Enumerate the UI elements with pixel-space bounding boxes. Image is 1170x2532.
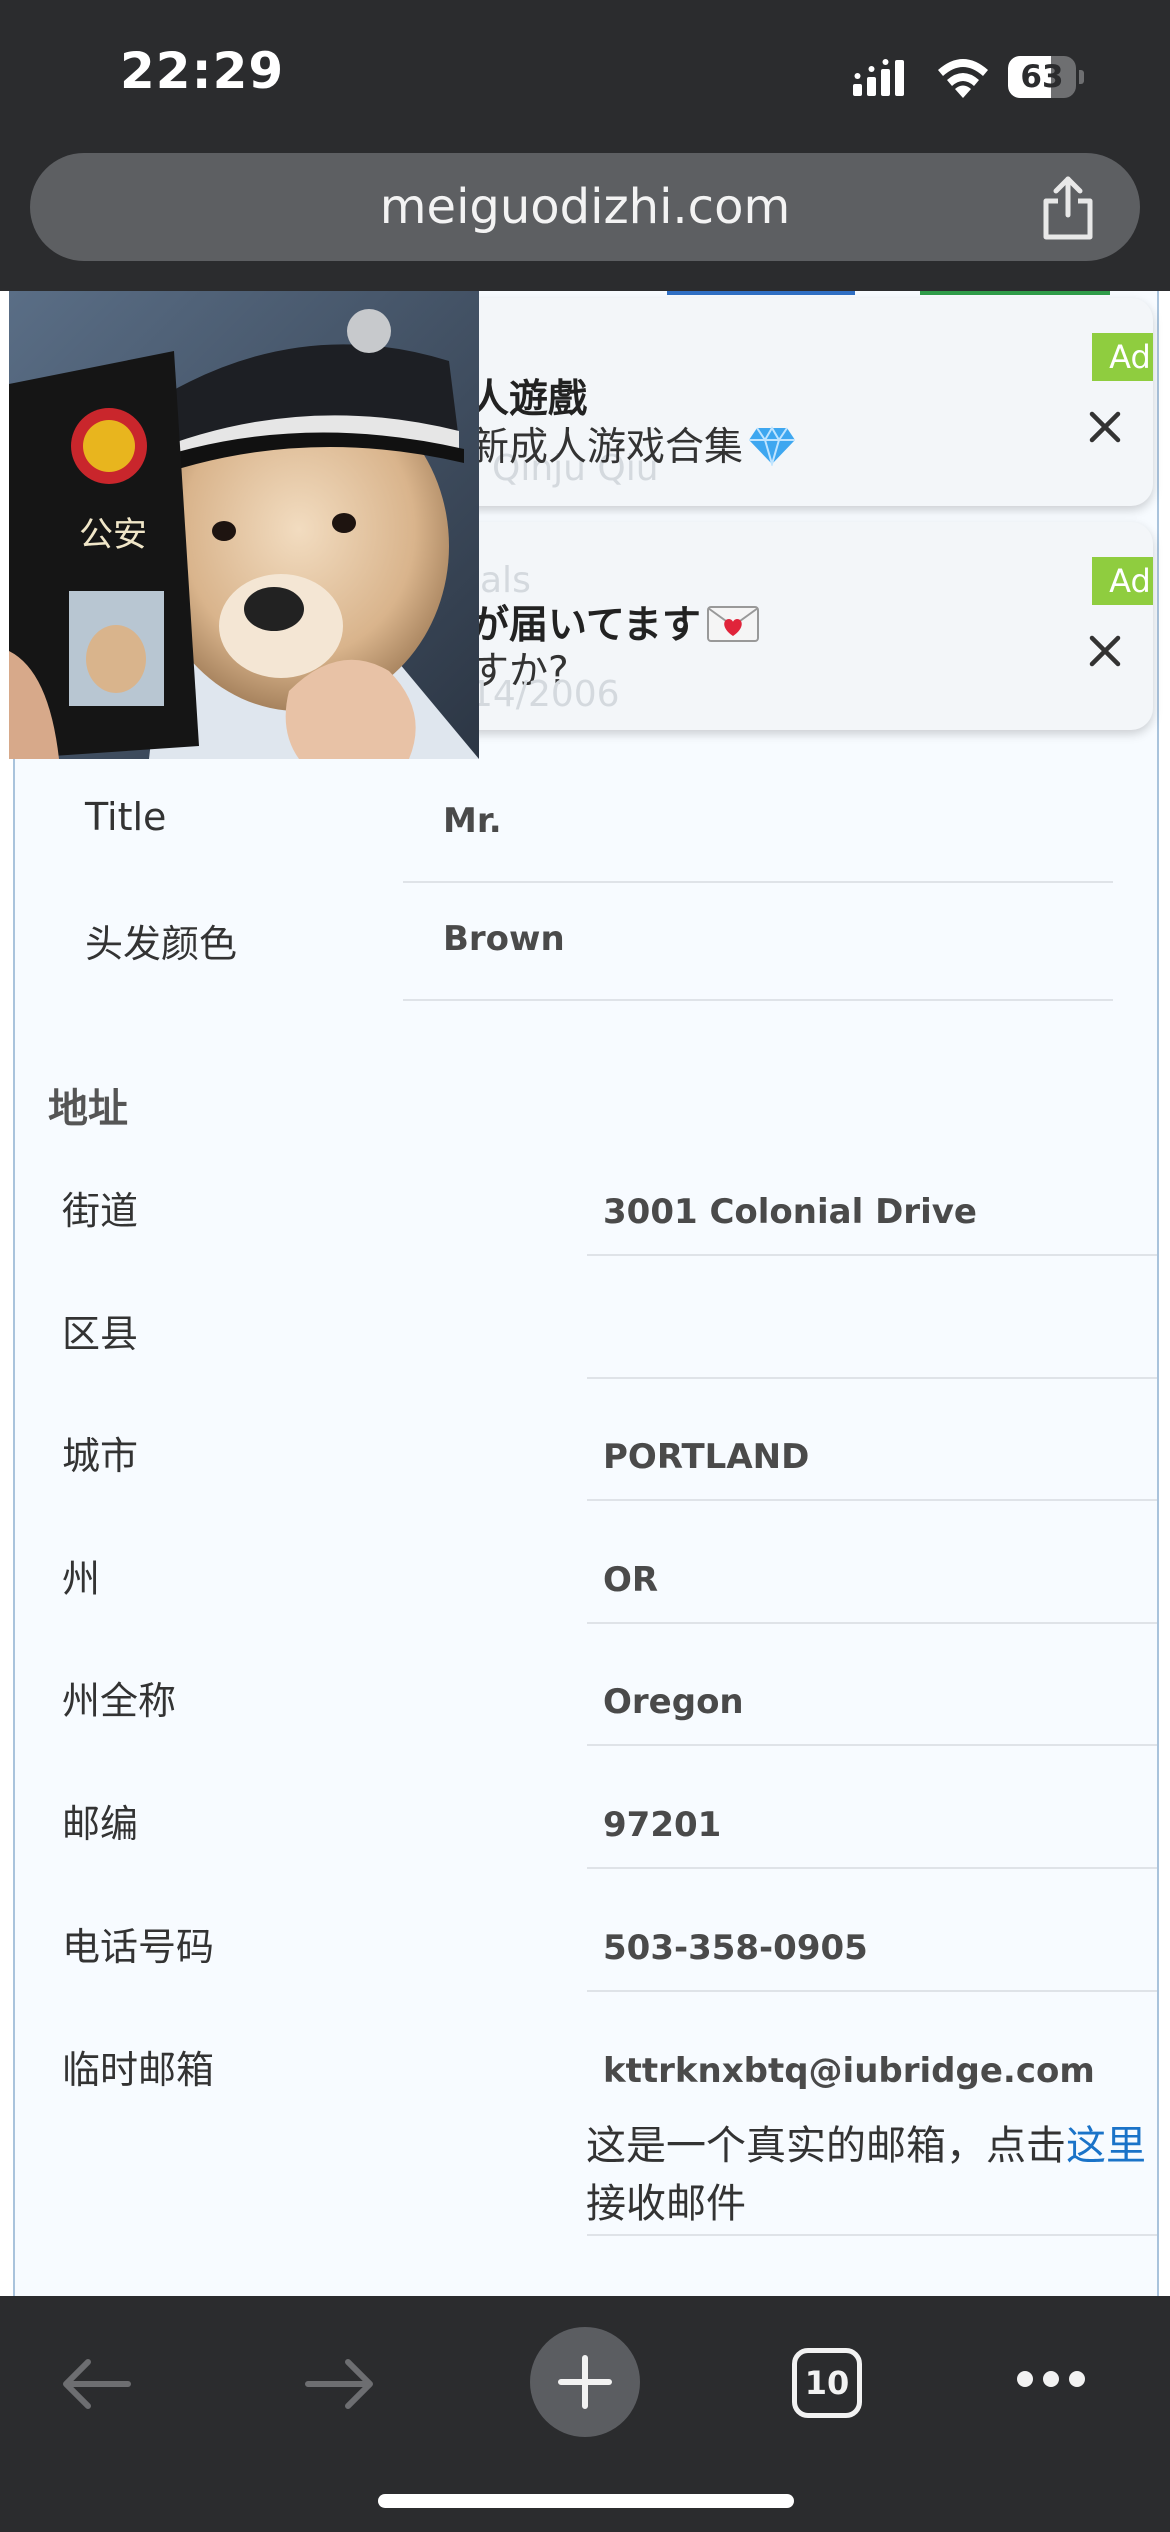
row-divider bbox=[587, 1254, 1157, 1256]
nav-tab-remnant bbox=[667, 291, 855, 295]
share-icon[interactable] bbox=[1038, 175, 1098, 241]
tab-switcher-button[interactable]: 10 bbox=[792, 2348, 862, 2418]
section-heading-address: 地址 bbox=[48, 1086, 128, 1132]
field-value-title: Mr. bbox=[443, 801, 502, 841]
email-note-text: 这是一个真实的邮箱，点击 bbox=[586, 2123, 1066, 2169]
id-card-text: 公安 bbox=[79, 515, 147, 555]
close-icon[interactable] bbox=[1080, 402, 1130, 452]
browser-toolbar: 10 bbox=[0, 2296, 1170, 2532]
battery-percent: 63 bbox=[1020, 59, 1064, 95]
battery-indicator: 63 bbox=[1008, 56, 1086, 98]
field-label-hair-color: 头发颜色 bbox=[85, 922, 238, 966]
field-label-title: Title bbox=[85, 795, 167, 839]
field-label-street: 街道 bbox=[62, 1189, 139, 1233]
plus-icon bbox=[558, 2355, 612, 2409]
email-note: 这是一个真实的邮箱，点击这里接收邮件 bbox=[586, 2117, 1146, 2233]
back-arrow-icon[interactable] bbox=[58, 2354, 134, 2414]
police-dog-meme-image[interactable]: 公安 bbox=[9, 291, 479, 759]
field-value-street[interactable]: 3001 Colonial Drive bbox=[603, 1192, 977, 1232]
nav-tab-remnant bbox=[920, 291, 1110, 295]
address-bar[interactable]: meiguodizhi.com bbox=[30, 153, 1140, 261]
ad-underlay-text: 14/2006 bbox=[470, 674, 620, 715]
cellular-signal-icon bbox=[853, 59, 904, 96]
field-value-temp-email[interactable]: kttrknxbtq@iubridge.com bbox=[603, 2051, 1095, 2091]
row-divider bbox=[403, 999, 1113, 1001]
more-options-icon[interactable] bbox=[1015, 2369, 1087, 2389]
forward-arrow-icon[interactable] bbox=[302, 2354, 378, 2414]
ad-badge: Ad bbox=[1092, 557, 1153, 605]
status-time: 22:29 bbox=[120, 42, 285, 100]
email-note-suffix: 接收邮件 bbox=[586, 2181, 746, 2227]
new-tab-button[interactable] bbox=[530, 2327, 640, 2437]
wifi-icon bbox=[938, 59, 988, 98]
field-value-state[interactable]: OR bbox=[603, 1560, 658, 1600]
field-label-phone: 电话号码 bbox=[62, 1925, 215, 1969]
field-value-zip[interactable]: 97201 bbox=[603, 1805, 721, 1845]
row-divider bbox=[587, 1622, 1157, 1624]
field-value-hair-color: Brown bbox=[443, 919, 565, 959]
ad-badge: Ad bbox=[1092, 333, 1153, 381]
love-letter-icon bbox=[706, 606, 759, 642]
field-value-phone[interactable]: 503-358-0905 bbox=[603, 1928, 868, 1968]
field-value-city[interactable]: PORTLAND bbox=[603, 1437, 809, 1477]
home-indicator[interactable] bbox=[378, 2494, 794, 2508]
field-label-county: 区县 bbox=[62, 1312, 139, 1356]
row-divider bbox=[403, 881, 1113, 883]
field-label-city: 城市 bbox=[62, 1434, 139, 1478]
row-divider bbox=[587, 1744, 1157, 1746]
ad-banner[interactable]: Qinju Qiu 人遊戲 新成人游戏合集 Ad bbox=[470, 298, 1153, 506]
ad-banner[interactable]: als が届いてます すか? 14/2006 Ad bbox=[470, 522, 1153, 730]
url-text[interactable]: meiguodizhi.com bbox=[30, 153, 1140, 261]
field-label-temp-email: 临时邮箱 bbox=[62, 2048, 215, 2092]
field-label-zip: 邮编 bbox=[62, 1802, 139, 1846]
field-label-state: 州 bbox=[62, 1557, 101, 1601]
receive-mail-link[interactable]: 这里 bbox=[1066, 2123, 1146, 2169]
close-icon[interactable] bbox=[1080, 626, 1130, 676]
diamond-icon bbox=[749, 426, 796, 466]
field-label-state-full: 州全称 bbox=[62, 1679, 177, 1723]
status-bar: 22:29 63 bbox=[0, 0, 1170, 150]
row-divider bbox=[587, 1499, 1157, 1501]
row-divider bbox=[587, 1867, 1157, 1869]
row-divider bbox=[587, 1990, 1157, 1992]
field-value-state-full[interactable]: Oregon bbox=[603, 1682, 744, 1722]
row-divider bbox=[587, 2234, 1157, 2236]
ad-subtitle[interactable]: 新成人游戏合集 bbox=[470, 416, 797, 472]
row-divider bbox=[587, 1377, 1157, 1379]
